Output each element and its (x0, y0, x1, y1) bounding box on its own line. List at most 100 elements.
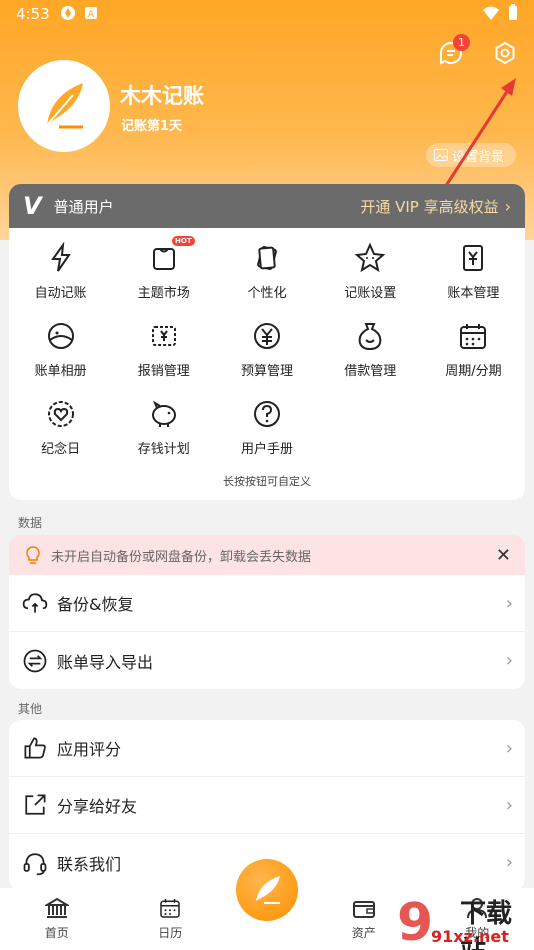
chevron-right-icon: › (505, 592, 513, 614)
image-icon (434, 149, 448, 161)
feature-heart-badge[interactable]: 纪念日 (9, 398, 112, 476)
feature-label: 周期/分期 (445, 364, 502, 379)
feature-cards[interactable]: 个性化 (215, 242, 318, 320)
help-icon (251, 398, 283, 430)
feature-label: 个性化 (247, 286, 287, 301)
vip-banner[interactable]: V 普通用户 开通 VIP 享高级权益 › (9, 184, 525, 228)
list-row-label: 备份&恢复 (57, 595, 134, 614)
set-background-label: 设置背景 (452, 149, 505, 165)
username[interactable]: 木木记账 (120, 80, 204, 110)
feature-calendar[interactable]: 周期/分期 (422, 320, 525, 398)
cards-icon (251, 242, 283, 274)
feature-label: 预算管理 (240, 364, 293, 379)
list-row-label: 应用评分 (57, 740, 122, 759)
hot-badge: HOT (172, 236, 195, 246)
nav-label: 资产 (351, 926, 376, 940)
chevron-right-icon: › (504, 196, 511, 216)
tshirt-icon (148, 242, 180, 274)
feature-label: 记账设置 (344, 286, 397, 301)
star-face-icon (354, 242, 386, 274)
feature-label: 用户手册 (240, 442, 293, 457)
accounting-days: 记账第1天 (121, 119, 183, 134)
transfer-icon (21, 647, 49, 675)
feature-label: 报销管理 (137, 364, 190, 379)
list-row-transfer[interactable]: 账单导入导出 › (9, 632, 525, 689)
feature-label: 存钱计划 (137, 442, 190, 457)
other-section-title: 其他 (18, 702, 43, 716)
vip-upgrade-link[interactable]: 开通 VIP 享高级权益 (360, 196, 498, 217)
settings-icon (495, 41, 515, 65)
app-notification-icon (61, 6, 75, 20)
data-list: 备份&恢复 › 账单导入导出 › (9, 575, 525, 689)
feature-tshirt[interactable]: HOT 主题市场 (112, 236, 215, 320)
feather-logo-icon (46, 83, 83, 129)
battery-icon (509, 4, 517, 20)
money-bag-icon (354, 320, 386, 352)
list-row-label: 分享给好友 (57, 797, 138, 816)
nav-item-bank[interactable]: 首页 (0, 888, 114, 950)
feature-reimburse[interactable]: 报销管理 (112, 320, 215, 398)
feature-grid-card: 自动记账 HOT 主题市场 个性化 记账设置 账本管理账单相册 报销管理 预算管理 借款管理 周期… (9, 228, 525, 500)
list-row-label: 联系我们 (57, 854, 122, 874)
feature-yuan-book[interactable]: 账本管理 (422, 242, 525, 320)
piggy-bank-icon (148, 398, 180, 430)
wifi-icon (483, 6, 499, 20)
heart-badge-icon (45, 398, 77, 430)
lightbulb-icon (26, 546, 40, 564)
notification-a-icon: A (85, 7, 97, 20)
backup-alert: 未开启自动备份或网盘备份，卸载会丢失数据 ✕ (9, 535, 525, 575)
feature-label: 纪念日 (41, 442, 81, 457)
feather-icon (256, 876, 280, 904)
vip-v-icon: V (23, 192, 42, 220)
user-type-label: 普通用户 (53, 197, 114, 216)
list-row-cloud-sync[interactable]: 备份&恢复 › (9, 575, 525, 632)
feature-label: 自动记账 (34, 286, 87, 301)
calendar-icon (457, 320, 489, 352)
watermark-url: 91xz.net (431, 927, 509, 946)
backup-alert-text: 未开启自动备份或网盘备份，卸载会丢失数据 (51, 549, 312, 565)
feature-label: 主题市场 (137, 286, 190, 301)
chevron-right-icon: › (505, 852, 513, 873)
avatar[interactable] (18, 60, 110, 152)
cloud-sync-icon (21, 589, 49, 617)
data-section-title: 数据 (18, 516, 43, 530)
feature-label: 借款管理 (344, 364, 397, 379)
list-row-share[interactable]: 分享给好友 › (9, 777, 525, 834)
feature-yuan-circle[interactable]: 预算管理 (215, 320, 318, 398)
yuan-book-icon (457, 242, 489, 274)
chevron-right-icon: › (505, 794, 513, 816)
set-background-button[interactable]: 设置背景 (426, 143, 516, 167)
add-record-button[interactable] (236, 859, 298, 921)
nav-item-calendar[interactable]: 日历 (114, 888, 228, 950)
feature-piggy-bank[interactable]: 存钱计划 (112, 398, 215, 476)
close-icon[interactable]: ✕ (496, 545, 511, 566)
chevron-right-icon: › (505, 650, 513, 671)
yuan-circle-icon (251, 320, 283, 352)
feature-photo[interactable]: 账单相册 (9, 320, 112, 398)
feature-lightning[interactable]: 自动记账 (9, 242, 112, 320)
lightning-icon (45, 242, 77, 274)
svg-text:9: 9 (397, 893, 433, 950)
feature-money-bag[interactable]: 借款管理 (319, 320, 422, 398)
feature-grid: 自动记账 HOT 主题市场 个性化 记账设置 账本管理账单相册 报销管理 预算管理 借款管理 周期… (9, 228, 525, 476)
photo-icon (45, 320, 77, 352)
message-button[interactable]: 1 (438, 34, 470, 66)
nav-label: 首页 (44, 926, 69, 940)
status-time: 4:53 (16, 5, 50, 23)
settings-button[interactable] (492, 40, 518, 66)
feature-label: 账本管理 (447, 286, 500, 301)
status-bar: 4:53 A (0, 0, 534, 28)
calendar-icon (160, 899, 180, 918)
feature-label: 账单相册 (34, 364, 87, 379)
nav-label: 日历 (158, 926, 183, 940)
list-row-thumbs-up[interactable]: 应用评分 › (9, 720, 525, 777)
chevron-right-icon: › (505, 737, 513, 759)
feature-help[interactable]: 用户手册 (215, 398, 318, 476)
feature-star-face[interactable]: 记账设置 (319, 242, 422, 320)
bank-icon (44, 897, 69, 918)
share-icon (21, 791, 49, 819)
headset-icon (21, 849, 49, 877)
svg-text:A: A (88, 10, 95, 20)
reimburse-icon (148, 320, 180, 352)
thumbs-up-icon (21, 734, 49, 762)
